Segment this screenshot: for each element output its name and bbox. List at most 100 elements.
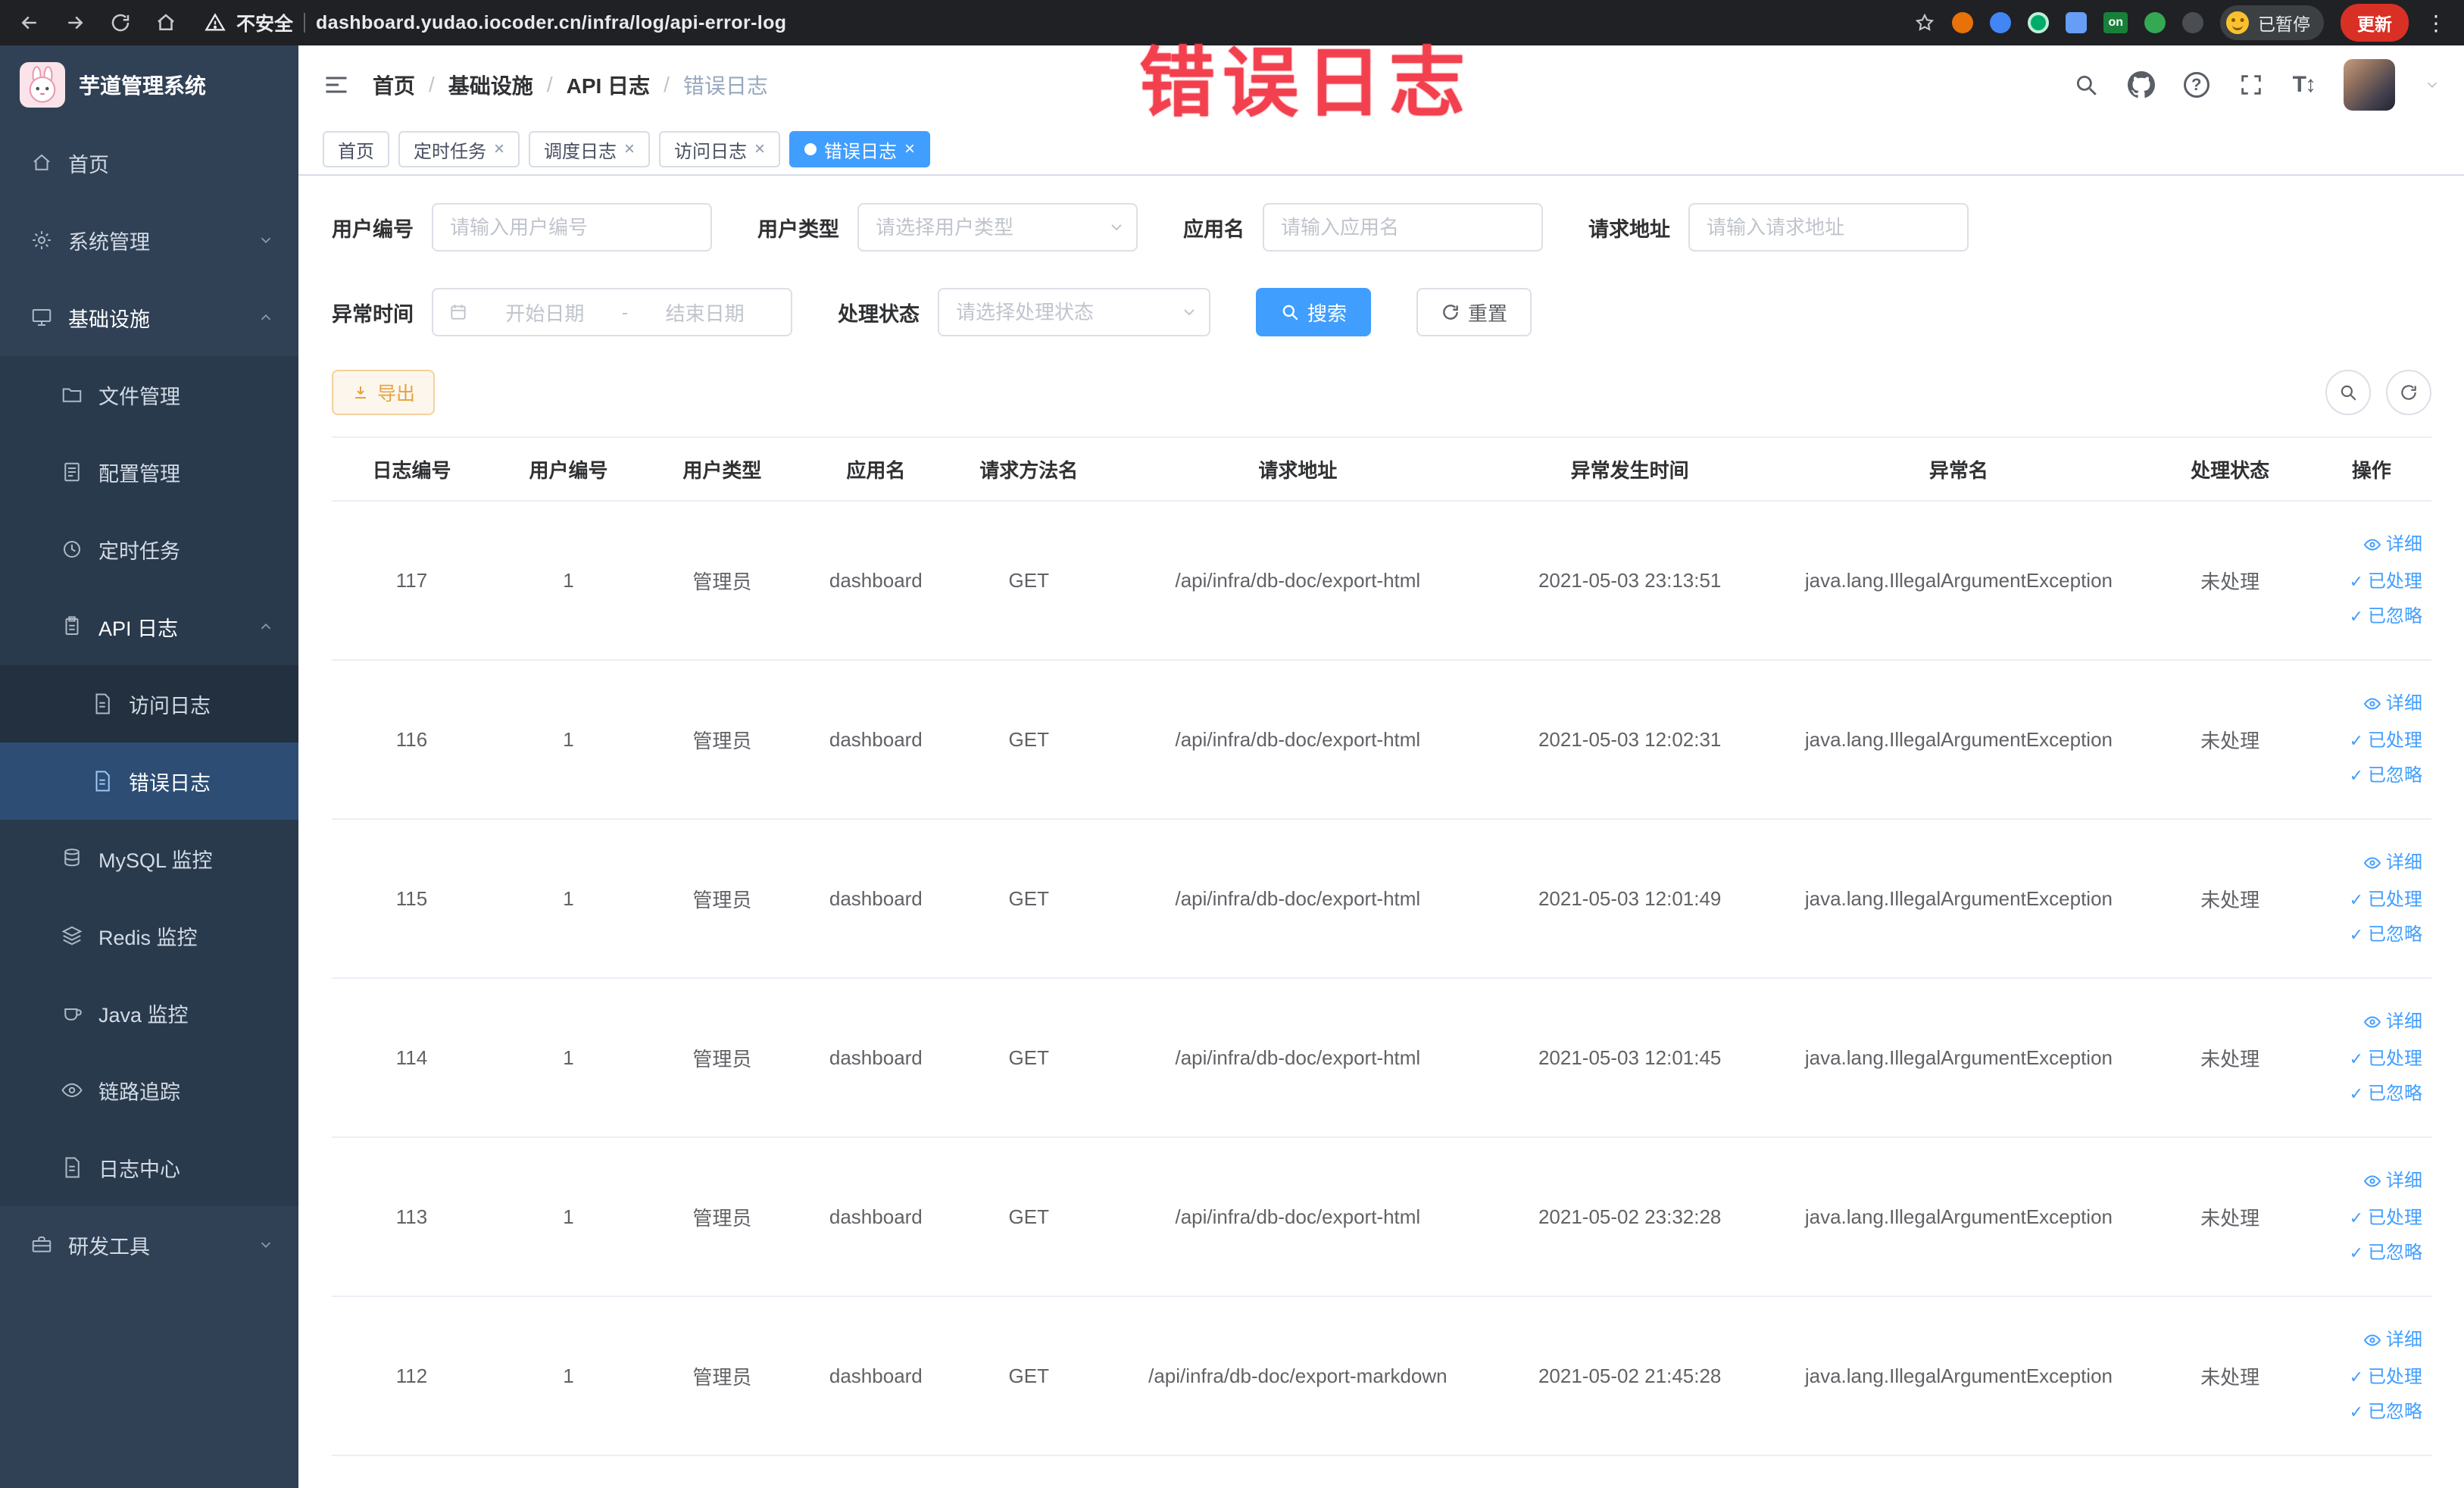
- tab-error-log[interactable]: 错误日志 ×: [789, 131, 931, 167]
- action-ignored-link[interactable]: ✓ 已忽略: [2350, 1396, 2422, 1429]
- sidebar-item-dev-tools[interactable]: 研发工具: [0, 1206, 298, 1283]
- sidebar-item-home[interactable]: 首页: [0, 124, 298, 202]
- status-select[interactable]: [938, 288, 1210, 336]
- breadcrumb-item-infra[interactable]: 基础设施: [448, 70, 533, 100]
- sidebar-item-log-center[interactable]: 日志中心: [0, 1129, 298, 1206]
- breadcrumb-item-api-log[interactable]: API 日志: [567, 70, 650, 100]
- table-toolbar: 导出: [332, 370, 2431, 415]
- sidebar-item-infra[interactable]: 基础设施: [0, 279, 298, 356]
- sidebar-item-error-log[interactable]: 错误日志: [0, 742, 298, 820]
- action-detail-link[interactable]: 详细: [2363, 528, 2422, 561]
- action-detail-link[interactable]: 详细: [2363, 1005, 2422, 1039]
- extension-icon-1[interactable]: [1952, 12, 1974, 33]
- extension-icon-6[interactable]: [2144, 12, 2166, 33]
- action-processed-link[interactable]: ✓ 已处理: [2350, 883, 2422, 917]
- fullscreen-icon[interactable]: [2238, 72, 2264, 98]
- sidebar-item-file-management[interactable]: 文件管理: [0, 356, 298, 433]
- back-button[interactable]: [18, 11, 41, 34]
- search-button[interactable]: 搜索: [1256, 288, 1372, 336]
- export-button[interactable]: 导出: [332, 370, 436, 415]
- sidebar-item-redis-monitor[interactable]: Redis 监控: [0, 897, 298, 974]
- action-detail-link[interactable]: 详细: [2363, 846, 2422, 880]
- extension-icon-3[interactable]: [2028, 12, 2050, 33]
- close-icon[interactable]: ×: [624, 140, 635, 158]
- extension-icon-2[interactable]: [1990, 12, 2012, 33]
- avatar[interactable]: [2344, 59, 2395, 111]
- actions-cell: 详细 ✓ 已处理 ✓ 已忽略: [2311, 1137, 2431, 1297]
- bookmark-star-icon[interactable]: [1914, 12, 1935, 33]
- browser-menu-icon[interactable]: ⋮: [2425, 11, 2447, 36]
- user-type-select-input[interactable]: [857, 203, 1138, 252]
- sidebar-item-label: MySQL 监控: [98, 849, 213, 872]
- action-ignored-link[interactable]: ✓ 已忽略: [2350, 918, 2422, 952]
- tab-job-log[interactable]: 调度日志 ×: [529, 131, 651, 167]
- reset-button[interactable]: 重置: [1416, 288, 1532, 336]
- sidebar-toggle-icon[interactable]: [323, 71, 350, 98]
- profile-sync-paused-badge[interactable]: 已暂停: [2220, 5, 2324, 40]
- close-icon[interactable]: ×: [904, 140, 915, 158]
- action-detail-link[interactable]: 详细: [2363, 1324, 2422, 1357]
- cell-time: 2021-05-03 12:01:49: [1491, 819, 1769, 979]
- action-processed-link[interactable]: ✓ 已处理: [2350, 1202, 2422, 1235]
- table-tools: [2325, 370, 2431, 415]
- extension-icon-5[interactable]: on: [2103, 12, 2128, 33]
- cell-log-id: 114: [332, 978, 492, 1138]
- filter-user-type: 用户类型: [757, 203, 1138, 252]
- action-detail-link[interactable]: 详细: [2363, 687, 2422, 721]
- home-button[interactable]: [155, 11, 177, 34]
- action-detail-link[interactable]: 详细: [2363, 1164, 2422, 1198]
- search-icon[interactable]: [2073, 72, 2099, 98]
- sidebar-item-scheduled-jobs[interactable]: 定时任务: [0, 511, 298, 588]
- forward-button[interactable]: [64, 11, 86, 34]
- sidebar-item-label: 文件管理: [98, 385, 180, 408]
- close-icon[interactable]: ×: [494, 140, 504, 158]
- tab-access-log[interactable]: 访问日志 ×: [659, 131, 781, 167]
- reload-button[interactable]: [109, 11, 132, 34]
- sidebar-item-api-log[interactable]: API 日志: [0, 588, 298, 665]
- sidebar-item-system[interactable]: 系统管理: [0, 202, 298, 279]
- extension-icon-7[interactable]: [2182, 12, 2203, 33]
- font-size-icon[interactable]: T↕: [2293, 72, 2316, 98]
- sidebar-item-trace[interactable]: 链路追踪: [0, 1052, 298, 1129]
- warning-icon[interactable]: [205, 12, 226, 33]
- sidebar-item-java-monitor[interactable]: Java 监控: [0, 974, 298, 1052]
- action-ignored-link[interactable]: ✓ 已忽略: [2350, 1236, 2422, 1270]
- help-icon[interactable]: ?: [2183, 72, 2209, 98]
- request-url-input[interactable]: [1688, 203, 1969, 252]
- action-ignored-link[interactable]: ✓ 已忽略: [2350, 1077, 2422, 1111]
- status-select-input[interactable]: [938, 288, 1210, 336]
- cell-method: GET: [952, 819, 1105, 979]
- app-name-input[interactable]: [1263, 203, 1543, 252]
- github-icon[interactable]: [2127, 71, 2155, 98]
- search-toggle-button[interactable]: [2325, 370, 2371, 415]
- tab-home[interactable]: 首页: [323, 131, 389, 167]
- user-id-input[interactable]: [432, 203, 712, 252]
- update-button[interactable]: 更新: [2341, 4, 2409, 42]
- cell-status: 未处理: [2148, 660, 2312, 820]
- cell-log-id: 116: [332, 660, 492, 820]
- cell-user-id: 1: [492, 819, 645, 979]
- cell-user-type: 管理员: [645, 501, 799, 661]
- action-processed-link[interactable]: ✓ 已处理: [2350, 565, 2422, 599]
- action-processed-link[interactable]: ✓ 已处理: [2350, 1361, 2422, 1394]
- address-bar[interactable]: 不安全 dashboard.yudao.iocoder.cn/infra/log…: [205, 9, 1899, 36]
- tab-scheduled-jobs[interactable]: 定时任务 ×: [398, 131, 520, 167]
- action-ignored-link[interactable]: ✓ 已忽略: [2350, 759, 2422, 792]
- sidebar-item-access-log[interactable]: 访问日志: [0, 665, 298, 742]
- chevron-down-icon: [2424, 77, 2441, 93]
- user-type-select[interactable]: [857, 203, 1138, 252]
- action-processed-link[interactable]: ✓ 已处理: [2350, 724, 2422, 758]
- sidebar-item-mysql-monitor[interactable]: MySQL 监控: [0, 820, 298, 897]
- browser-nav: [18, 11, 177, 34]
- exception-time-range-picker[interactable]: 开始日期 - 结束日期: [432, 288, 792, 336]
- action-ignored-link[interactable]: ✓ 已忽略: [2350, 600, 2422, 633]
- sidebar-item-config-management[interactable]: 配置管理: [0, 433, 298, 511]
- extension-icon-4[interactable]: [2066, 12, 2088, 33]
- refresh-button[interactable]: [2386, 370, 2431, 415]
- close-icon[interactable]: ×: [754, 140, 765, 158]
- cell-exception: java.lang.IllegalArgumentException: [1769, 1137, 2149, 1297]
- cell-log-id: 112: [332, 1296, 492, 1456]
- action-processed-link[interactable]: ✓ 已处理: [2350, 1043, 2422, 1076]
- breadcrumb-item-home[interactable]: 首页: [373, 70, 415, 100]
- header-actions: ? T↕: [2073, 59, 2441, 111]
